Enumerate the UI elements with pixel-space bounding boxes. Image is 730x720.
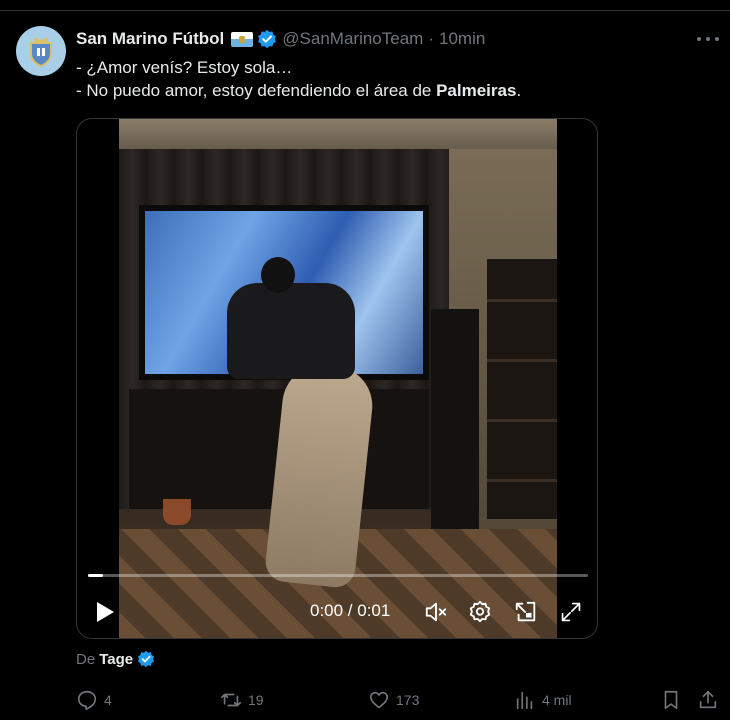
video-source-attribution: De Tage: [76, 650, 155, 668]
bookmark-button[interactable]: [660, 686, 688, 714]
mute-icon[interactable]: [423, 599, 449, 625]
like-button[interactable]: 173: [368, 686, 419, 714]
reply-icon: [77, 690, 97, 710]
share-icon: [699, 690, 717, 709]
fullscreen-icon[interactable]: [558, 599, 584, 625]
reply-count: 4: [104, 692, 112, 708]
views-icon: [516, 691, 533, 710]
repost-count: 19: [248, 692, 264, 708]
tweet-line-2: - No puedo amor, estoy defendiendo el ár…: [76, 79, 521, 102]
tweet-line-2-text: - No puedo amor, estoy defendiendo el ár…: [76, 81, 437, 100]
tweet-line-2-end: .: [516, 81, 522, 100]
source-account-link[interactable]: Tage: [99, 651, 133, 668]
pip-icon[interactable]: [513, 599, 539, 625]
display-name[interactable]: San Marino Fútbol: [76, 29, 224, 49]
verified-badge-icon[interactable]: [137, 650, 155, 668]
video-timecode: 0:00 / 0:01: [310, 601, 391, 620]
tweet-header: San Marino Fútbol @SanMarinoTeam · 10min: [76, 28, 485, 50]
play-icon[interactable]: [95, 601, 115, 623]
like-count: 173: [396, 692, 420, 708]
view-count: 4 mil: [542, 692, 572, 708]
top-divider: [0, 0, 730, 11]
tweet-hashtag-bold: Palmeiras: [436, 81, 517, 100]
video-frame[interactable]: [119, 119, 557, 638]
share-button[interactable]: [697, 686, 725, 714]
repost-icon: [221, 693, 241, 707]
video-progress-bar[interactable]: [88, 574, 588, 577]
tweet-text: - ¿Amor venís? Estoy sola… - No puedo am…: [76, 56, 521, 102]
reply-button[interactable]: 4: [76, 686, 112, 714]
san-marino-flag-icon: [231, 31, 254, 47]
coat-of-arms-icon: [30, 37, 52, 67]
repost-button[interactable]: 19: [220, 686, 264, 714]
video-controls: 0:00 / 0:01: [77, 589, 597, 633]
video-progress-fill: [88, 574, 103, 577]
views-button[interactable]: 4 mil: [514, 686, 572, 714]
avatar[interactable]: [16, 26, 66, 76]
tweet-line-1: - ¿Amor venís? Estoy sola…: [76, 58, 293, 77]
bookmark-icon: [664, 690, 678, 710]
more-options-icon[interactable]: [697, 30, 719, 48]
account-handle[interactable]: @SanMarinoTeam: [282, 29, 423, 49]
source-prefix: De: [76, 650, 96, 668]
verified-badge-icon[interactable]: [257, 29, 277, 49]
video-player[interactable]: 0:00 / 0:01: [76, 118, 598, 639]
timestamp[interactable]: 10min: [439, 29, 485, 49]
like-icon: [369, 691, 389, 709]
action-bar: 4 19 173 4 mil: [0, 686, 730, 714]
separator-dot: ·: [428, 29, 434, 48]
settings-icon[interactable]: [467, 599, 493, 625]
